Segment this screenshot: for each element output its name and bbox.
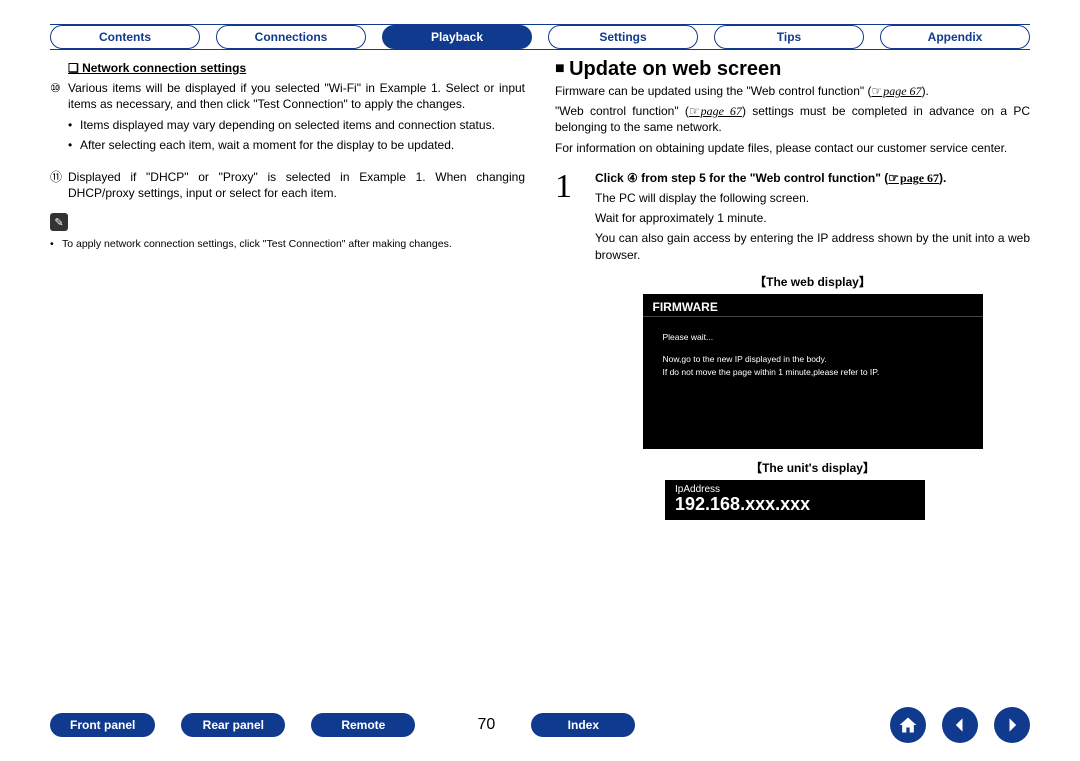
web-display-caption: 【The web display】 bbox=[595, 273, 1030, 290]
para-3: For information on obtaining update file… bbox=[555, 140, 1030, 156]
item-11-text: Displayed if "DHCP" or "Proxy" is select… bbox=[68, 169, 525, 201]
item-10-text: Various items will be displayed if you s… bbox=[68, 80, 525, 112]
unit-display-caption: 【The unit's display】 bbox=[595, 459, 1030, 476]
web-line-3: If do not move the page within 1 minute,… bbox=[663, 366, 963, 379]
step-1-line3: You can also gain access by entering the… bbox=[595, 230, 1030, 262]
marker-11: ⑪ bbox=[50, 169, 68, 201]
web-line-1: Please wait... bbox=[663, 331, 963, 344]
pageref-67a[interactable]: page 67 bbox=[871, 84, 921, 98]
bullet-2: • After selecting each item, wait a mome… bbox=[68, 137, 525, 153]
section-heading-network[interactable]: Network connection settings bbox=[68, 60, 525, 76]
rear-panel-button[interactable]: Rear panel bbox=[181, 713, 285, 737]
page-number: 70 bbox=[477, 716, 495, 733]
top-tabs: Contents Connections Playback Settings T… bbox=[50, 22, 1030, 52]
bullet-1: • Items displayed may vary depending on … bbox=[68, 117, 525, 133]
tab-contents[interactable]: Contents bbox=[50, 25, 200, 49]
step-1-line1: The PC will display the following screen… bbox=[595, 190, 1030, 206]
web-display-header: FIRMWARE bbox=[643, 294, 983, 317]
web-line-2: Now,go to the new IP displayed in the bo… bbox=[663, 353, 963, 366]
heading-text: Network connection settings bbox=[68, 61, 246, 75]
bottom-bar: Front panel Rear panel Remote 70 Index bbox=[50, 707, 1030, 743]
tab-playback[interactable]: Playback bbox=[382, 25, 532, 49]
bullet-dot: • bbox=[68, 137, 80, 153]
note-icon: ✎ bbox=[50, 213, 68, 231]
step-1-line2: Wait for approximately 1 minute. bbox=[595, 210, 1030, 226]
unit-display: IpAddress 192.168.xxx.xxx bbox=[665, 480, 925, 521]
bullet-dot: • bbox=[50, 237, 62, 251]
remote-button[interactable]: Remote bbox=[311, 713, 415, 737]
unit-display-ip: 192.168.xxx.xxx bbox=[675, 495, 915, 515]
home-icon[interactable] bbox=[890, 707, 926, 743]
web-display: FIRMWARE Please wait... Now,go to the ne… bbox=[643, 294, 983, 449]
note: • To apply network connection settings, … bbox=[50, 237, 525, 251]
tab-appendix[interactable]: Appendix bbox=[880, 25, 1030, 49]
next-icon[interactable] bbox=[994, 707, 1030, 743]
right-column: Update on web screen Firmware can be upd… bbox=[555, 58, 1030, 520]
bullet-dot: • bbox=[68, 117, 80, 133]
para-2: "Web control function" (page 67) setting… bbox=[555, 103, 1030, 135]
tab-connections[interactable]: Connections bbox=[216, 25, 366, 49]
left-column: Network connection settings ⑩ Various it… bbox=[50, 58, 525, 520]
tab-settings[interactable]: Settings bbox=[548, 25, 698, 49]
front-panel-button[interactable]: Front panel bbox=[50, 713, 155, 737]
marker-10: ⑩ bbox=[50, 80, 68, 112]
para-1: Firmware can be updated using the "Web c… bbox=[555, 83, 1030, 99]
index-button[interactable]: Index bbox=[531, 713, 635, 737]
pageref-67c[interactable]: page 67 bbox=[888, 171, 939, 185]
pageref-67b[interactable]: page 67 bbox=[689, 104, 742, 118]
item-10: ⑩ Various items will be displayed if you… bbox=[50, 80, 525, 112]
item-11: ⑪ Displayed if "DHCP" or "Proxy" is sele… bbox=[50, 169, 525, 201]
heading-update: Update on web screen bbox=[555, 58, 1030, 81]
bullet-2-text: After selecting each item, wait a moment… bbox=[80, 137, 454, 153]
step-1-number: 1 bbox=[555, 168, 595, 521]
step-1-title: Click ④ from step 5 for the "Web control… bbox=[595, 170, 1030, 186]
tab-tips[interactable]: Tips bbox=[714, 25, 864, 49]
prev-icon[interactable] bbox=[942, 707, 978, 743]
note-text: To apply network connection settings, cl… bbox=[62, 237, 452, 251]
bullet-1-text: Items displayed may vary depending on se… bbox=[80, 117, 495, 133]
step-1: 1 Click ④ from step 5 for the "Web contr… bbox=[555, 168, 1030, 521]
